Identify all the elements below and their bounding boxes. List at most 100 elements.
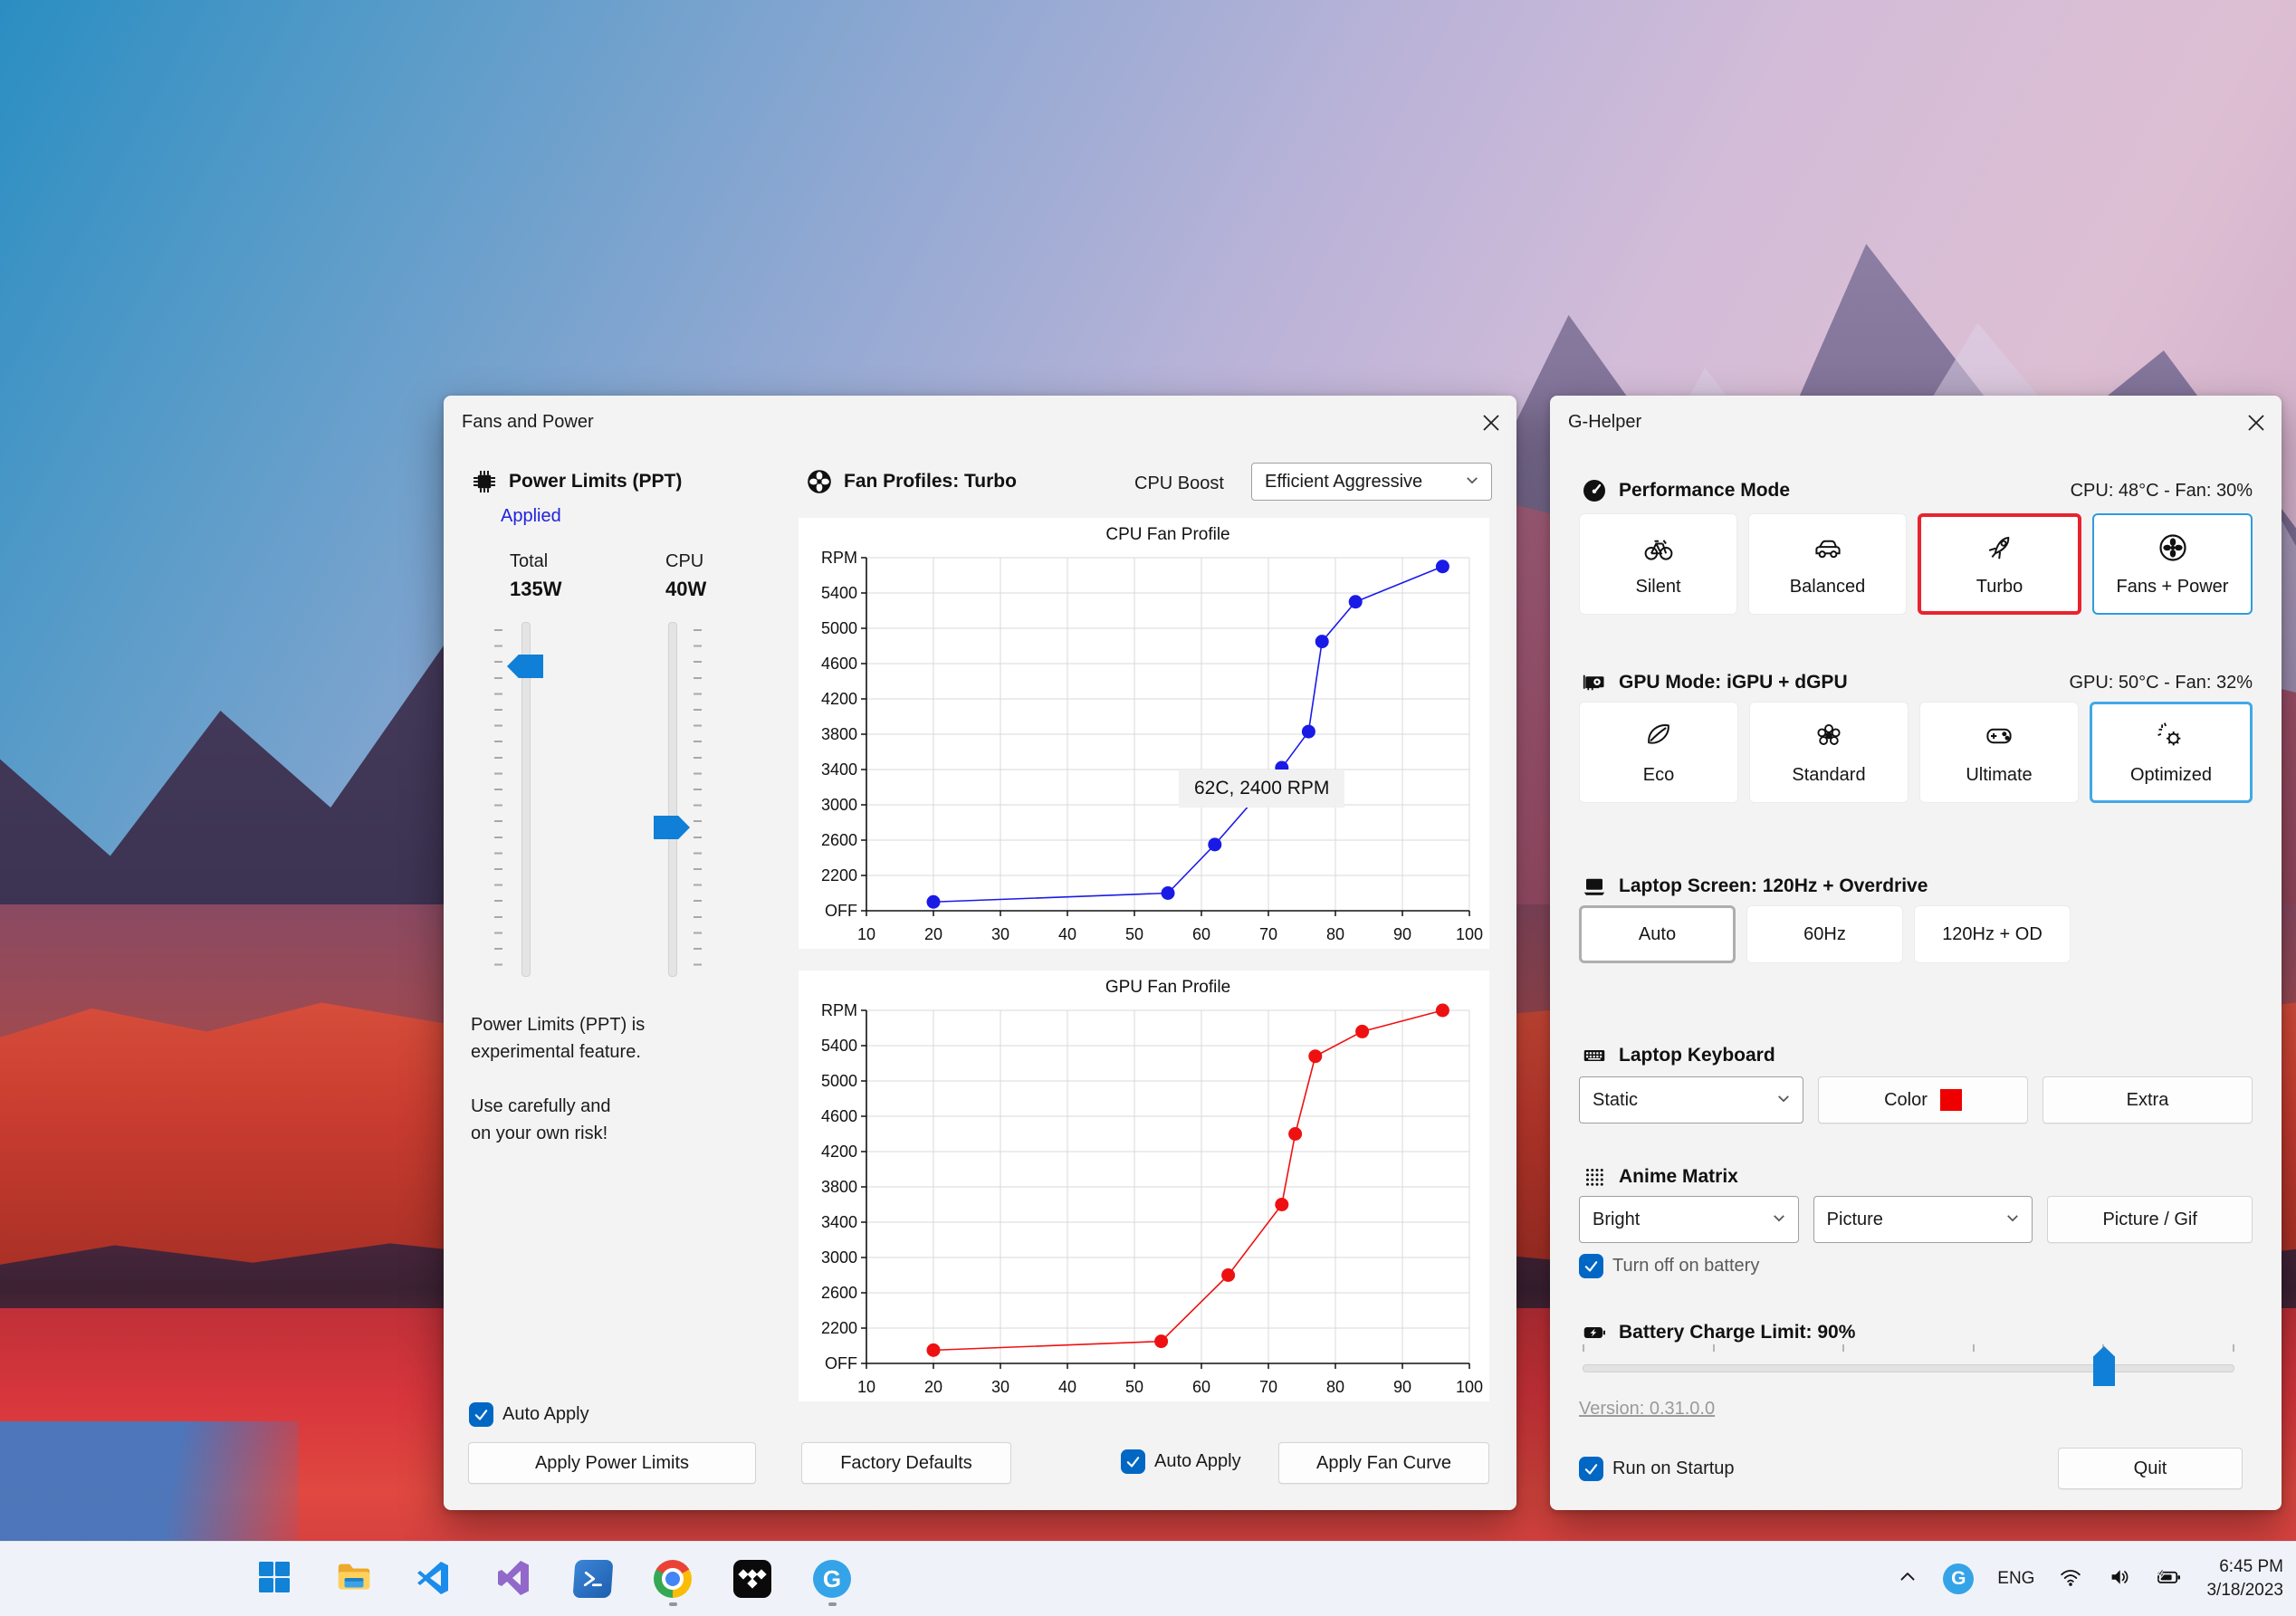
mode-card-label: Balanced	[1789, 576, 1866, 597]
performance-heading: Performance Mode	[1619, 480, 1791, 501]
taskbar-g-helper-button[interactable]: G	[808, 1551, 856, 1607]
fans-window-title: Fans and Power	[462, 412, 594, 432]
performance-mode-silent[interactable]: Silent	[1579, 513, 1737, 615]
language-indicator[interactable]: ENG	[1997, 1569, 2034, 1589]
taskbar-file-explorer-button[interactable]	[330, 1551, 378, 1607]
cpu-slider-track[interactable]	[668, 622, 677, 977]
keyboard-mode-value: Static	[1593, 1089, 1639, 1110]
apply-fan-curve-button[interactable]: Apply Fan Curve	[1278, 1442, 1489, 1484]
keyboard-color-button[interactable]: Color	[1818, 1076, 2028, 1124]
battery-icon[interactable]	[2156, 1563, 2183, 1595]
svg-text:2600: 2600	[821, 1284, 857, 1302]
close-icon[interactable]	[1475, 408, 1504, 437]
version-link[interactable]: Version: 0.31.0.0	[1579, 1399, 1715, 1420]
power-limits-status[interactable]: Applied	[501, 506, 561, 527]
battery-slider[interactable]	[1583, 1344, 2234, 1386]
svg-text:60: 60	[1192, 925, 1210, 943]
svg-text:100: 100	[1456, 1378, 1483, 1396]
fans-window-titlebar[interactable]: Fans and Power	[444, 396, 1516, 450]
svg-text:5400: 5400	[821, 584, 857, 602]
taskbar-clock[interactable]: 6:45 PM 3/18/2023	[2206, 1555, 2283, 1602]
chevron-down-icon	[1771, 1210, 1787, 1230]
ghelper-titlebar[interactable]: G-Helper	[1550, 396, 2282, 450]
cpu-slider-thumb[interactable]	[654, 816, 690, 839]
total-slider-thumb[interactable]	[507, 655, 543, 678]
system-tray: G ENG 6:45 PM 3/18/2023	[1896, 1542, 2283, 1616]
gpu-mode-eco[interactable]: Eco	[1579, 702, 1738, 803]
cpu-boost-select[interactable]: Efficient Aggressive	[1251, 463, 1492, 501]
performance-mode-turbo[interactable]: Turbo	[1918, 513, 2081, 615]
performance-mode-fans-power[interactable]: Fans + Power	[2092, 513, 2253, 615]
taskbar-start-button[interactable]	[250, 1551, 299, 1607]
keyboard-icon	[1579, 1040, 1610, 1071]
svg-text:3000: 3000	[821, 796, 857, 814]
quit-button[interactable]: Quit	[2058, 1448, 2243, 1489]
gpu-mode-ultimate[interactable]: Ultimate	[1919, 702, 2079, 803]
chevron-down-icon	[1464, 472, 1480, 492]
svg-text:2200: 2200	[821, 866, 857, 884]
performance-mode-cards: Silent Balanced Turbo Fans + Power	[1579, 513, 2253, 615]
chevron-up-icon[interactable]	[1896, 1565, 1919, 1593]
svg-text:4200: 4200	[821, 690, 857, 708]
taskbar-chrome-button[interactable]	[648, 1551, 697, 1607]
cpu-fan-profile-chart[interactable]: 10 20 30 40 50 60 70 80 90 100 OFF 2200 2600 3000 3400…	[799, 518, 1489, 949]
volume-icon[interactable]	[2107, 1564, 2132, 1594]
keyboard-mode-select[interactable]: Static	[1579, 1076, 1803, 1124]
battery-slider-track[interactable]	[1583, 1364, 2234, 1372]
performance-mode-balanced[interactable]: Balanced	[1748, 513, 1907, 615]
power-limits-note-1: Power Limits (PPT) is experimental featu…	[471, 1015, 646, 1062]
power-limits-note-2: Use carefully and on your own risk!	[471, 1096, 611, 1143]
auto-apply-power-checkbox[interactable]	[469, 1402, 493, 1427]
vscode-icon	[416, 1559, 452, 1600]
picture-gif-button[interactable]: Picture / Gif	[2047, 1196, 2253, 1243]
gpu-fan-profile-chart[interactable]: 10 20 30 40 50 60 70 80 90 100 OFF 2200 2600 3000 3400…	[799, 971, 1489, 1401]
anime-mode-select[interactable]: Picture	[1813, 1196, 2033, 1243]
chevron-down-icon	[2004, 1210, 2021, 1230]
screen-option-120hz-od[interactable]: 120Hz + OD	[1914, 905, 2071, 963]
taskbar-powershell-button[interactable]	[569, 1551, 617, 1607]
svg-text:80: 80	[1326, 925, 1344, 943]
bulb-gear-icon	[2155, 720, 2187, 757]
close-icon[interactable]	[2240, 408, 2269, 437]
cpu-label: CPU	[665, 551, 704, 571]
visual-studio-icon	[495, 1559, 531, 1600]
battery-slider-thumb[interactable]	[2093, 1346, 2115, 1386]
gamepad-icon	[1983, 720, 2015, 757]
cpu-temp-status: CPU: 48°C - Fan: 30%	[2070, 480, 2253, 501]
svg-text:3800: 3800	[821, 1178, 857, 1196]
taskbar-visual-studio-button[interactable]	[489, 1551, 538, 1607]
auto-apply-fan-checkbox[interactable]	[1121, 1449, 1145, 1474]
keyboard-extra-button[interactable]: Extra	[2042, 1076, 2253, 1124]
flower-icon	[1813, 720, 1845, 757]
svg-text:10: 10	[857, 925, 875, 943]
svg-text:50: 50	[1125, 925, 1143, 943]
gpu-mode-standard[interactable]: Standard	[1749, 702, 1909, 803]
anime-brightness-select[interactable]: Bright	[1579, 1196, 1799, 1243]
total-label: Total	[510, 551, 549, 571]
svg-text:90: 90	[1393, 1378, 1411, 1396]
wifi-icon[interactable]	[2058, 1564, 2083, 1594]
screen-option-60hz[interactable]: 60Hz	[1746, 905, 1903, 963]
turn-off-on-battery-checkbox[interactable]	[1579, 1254, 1603, 1278]
svg-text:4200: 4200	[821, 1143, 857, 1161]
car-icon	[1812, 531, 1844, 569]
screen-option-auto[interactable]: Auto	[1579, 905, 1736, 963]
auto-apply-fan-row: Auto Apply	[1121, 1449, 1241, 1474]
laptop-icon	[1579, 871, 1610, 902]
taskbar-vscode-button[interactable]	[409, 1551, 458, 1607]
factory-defaults-button[interactable]: Factory Defaults	[801, 1442, 1011, 1484]
running-indicator	[828, 1602, 837, 1606]
g-helper-tray-icon[interactable]: G	[1943, 1563, 1975, 1594]
clock-date: 3/18/2023	[2206, 1581, 2283, 1600]
run-on-startup-checkbox[interactable]	[1579, 1457, 1603, 1481]
gpu-mode-optimized[interactable]: Optimized	[2090, 702, 2253, 803]
svg-text:10: 10	[857, 1378, 875, 1396]
fan-profiles-heading: Fan Profiles: Turbo	[844, 471, 1017, 492]
fan-icon	[2157, 531, 2189, 569]
apply-power-limits-button[interactable]: Apply Power Limits	[468, 1442, 756, 1484]
turn-off-on-battery-label: Turn off on battery	[1612, 1256, 1760, 1276]
anime-brightness-value: Bright	[1593, 1209, 1641, 1229]
tidal-icon	[733, 1560, 771, 1598]
power-limits-heading: Power Limits (PPT)	[509, 471, 683, 492]
taskbar-tidal-button[interactable]	[728, 1551, 777, 1607]
